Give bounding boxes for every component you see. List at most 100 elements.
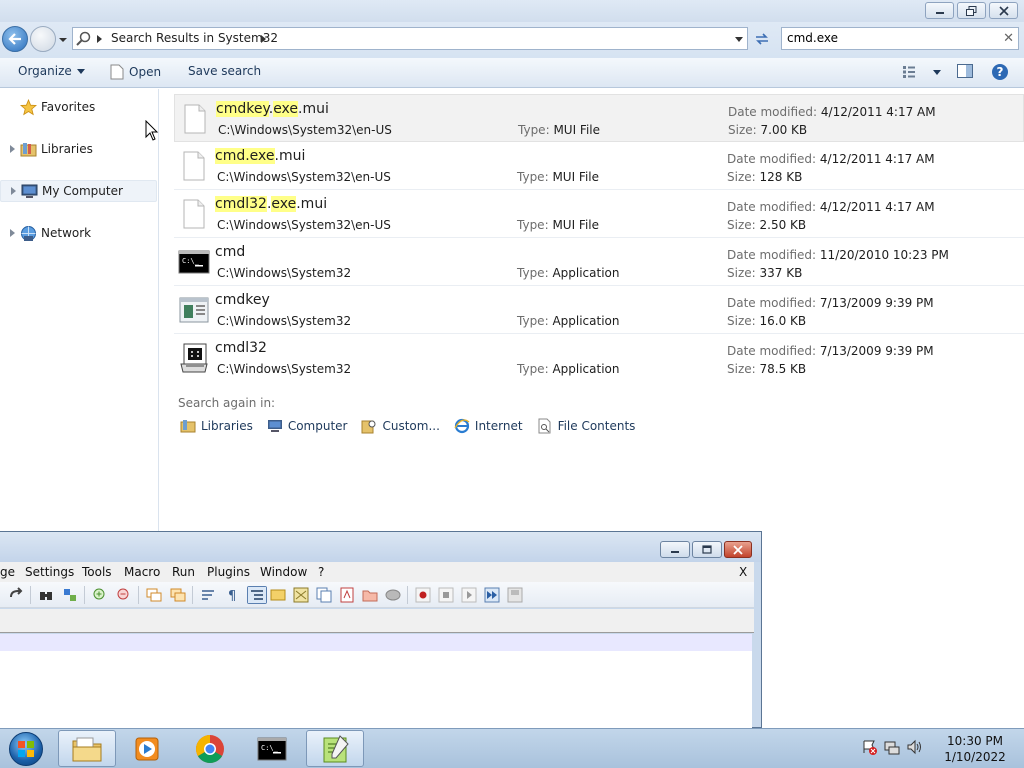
search-again-internet[interactable]: Internet <box>454 418 523 434</box>
monitoring-icon[interactable] <box>339 587 355 603</box>
save-search-button[interactable]: Save search <box>188 64 261 78</box>
expand-arrow-icon[interactable] <box>10 145 15 153</box>
breadcrumb-separator[interactable] <box>261 35 266 43</box>
result-row[interactable]: cmdkey.exe.mui C:\Windows\System32\en-US… <box>174 94 1024 142</box>
open-button[interactable]: Open <box>110 64 161 80</box>
menu-language[interactable]: ge <box>0 565 15 579</box>
result-name[interactable]: cmd <box>215 244 245 260</box>
start-button[interactable] <box>6 731 46 767</box>
play-macro-icon[interactable] <box>461 587 477 603</box>
organize-button[interactable]: Organize <box>18 64 85 78</box>
menu-plugins[interactable]: Plugins <box>207 565 250 579</box>
folder-workspace-icon[interactable] <box>362 587 378 603</box>
nav-item-libraries[interactable]: Libraries <box>0 138 157 160</box>
menu-run[interactable]: Run <box>172 565 195 579</box>
result-date: Date modified: 4/12/2011 4:17 AM <box>727 200 935 214</box>
menu-settings[interactable]: Settings <box>25 565 74 579</box>
star-icon <box>20 98 37 115</box>
nav-item-network[interactable]: Network <box>0 222 157 244</box>
result-name[interactable]: cmd.exe.mui <box>215 148 305 164</box>
zoom-in-icon[interactable] <box>92 587 108 603</box>
word-wrap-icon[interactable] <box>200 587 216 603</box>
action-center-icon[interactable] <box>862 739 878 755</box>
result-row[interactable]: cmd.exe.mui C:\Windows\System32\en-US Ty… <box>174 142 1024 190</box>
result-row[interactable]: cmdl32 C:\Windows\System32 Type: Applica… <box>174 334 1024 382</box>
taskbar-cmd[interactable]: C:\_ <box>243 730 301 767</box>
svg-text:?: ? <box>997 65 1004 79</box>
nav-item-label: Network <box>41 226 92 240</box>
stop-macro-icon[interactable] <box>438 587 454 603</box>
back-button[interactable] <box>2 26 28 52</box>
preview-pane-button[interactable] <box>957 64 973 78</box>
blank-file-icon <box>110 64 124 80</box>
expand-arrow-icon[interactable] <box>10 229 15 237</box>
clear-search-icon[interactable]: ✕ <box>1003 31 1014 46</box>
search-again-custom[interactable]: Custom... <box>361 418 440 434</box>
redo-icon[interactable] <box>8 587 24 603</box>
menu-help[interactable]: ? <box>318 565 324 579</box>
view-options-button[interactable] <box>902 65 941 79</box>
address-dropdown-icon[interactable] <box>735 37 743 42</box>
refresh-button[interactable] <box>752 30 772 48</box>
close-button[interactable] <box>724 541 752 558</box>
result-name[interactable]: cmdkey <box>215 292 270 308</box>
recent-pages-button[interactable] <box>58 34 68 44</box>
close-document-button[interactable]: X <box>739 565 747 579</box>
notepadpp-titlebar[interactable] <box>0 532 761 562</box>
show-all-characters-icon[interactable]: ¶ <box>224 587 240 603</box>
taskbar-notepadpp[interactable] <box>306 730 364 767</box>
maximize-button[interactable] <box>692 541 722 558</box>
result-row[interactable]: cmdkey C:\Windows\System32 Type: Applica… <box>174 286 1024 334</box>
find-icon[interactable] <box>38 587 54 603</box>
zoom-out-icon[interactable] <box>116 587 132 603</box>
search-again-file-contents[interactable]: File Contents <box>537 418 635 434</box>
panel-icon[interactable] <box>385 587 401 603</box>
taskbar-media-player[interactable] <box>118 730 176 767</box>
result-name[interactable]: cmdkey.exe.mui <box>216 101 329 117</box>
minimize-button[interactable] <box>660 541 690 558</box>
search-results-list: cmdkey.exe.mui C:\Windows\System32\en-US… <box>174 94 1024 382</box>
clock[interactable]: 10:30 PM 1/10/2022 <box>940 733 1010 765</box>
result-row[interactable]: C:\_ cmd C:\Windows\System32 Type: Appli… <box>174 238 1024 286</box>
run-macro-multiple-icon[interactable] <box>484 587 500 603</box>
restore-button[interactable] <box>957 2 986 19</box>
result-name[interactable]: cmdl32 <box>215 340 267 356</box>
breadcrumb-location[interactable]: Search Results in System32 <box>111 31 278 45</box>
replace-icon[interactable] <box>62 587 78 603</box>
expand-arrow-icon[interactable] <box>11 187 16 195</box>
menu-window[interactable]: Window <box>260 565 307 579</box>
breadcrumb-separator[interactable] <box>97 35 102 43</box>
address-bar[interactable]: Search Results in System32 <box>72 27 748 50</box>
nav-item-favorites[interactable]: Favorites <box>0 96 157 118</box>
open-label: Open <box>129 65 162 79</box>
close-button[interactable] <box>989 2 1018 19</box>
media-player-icon <box>135 737 159 760</box>
result-type: Type: MUI File <box>517 170 600 184</box>
record-macro-icon[interactable] <box>415 587 431 603</box>
minimize-button[interactable] <box>925 2 954 19</box>
nav-item-my-computer[interactable]: My Computer <box>0 180 157 202</box>
doc-map-icon[interactable] <box>293 587 309 603</box>
editor-area[interactable] <box>0 634 752 728</box>
result-size: Size: 128 KB <box>727 170 803 184</box>
sync-horizontal-icon[interactable] <box>170 587 186 603</box>
function-list-icon[interactable] <box>316 587 332 603</box>
search-box[interactable]: ✕ <box>781 27 1019 50</box>
result-row[interactable]: cmdl32.exe.mui C:\Windows\System32\en-US… <box>174 190 1024 238</box>
search-input[interactable] <box>782 28 982 48</box>
menu-tools[interactable]: Tools <box>82 565 112 579</box>
user-language-icon[interactable] <box>270 587 286 603</box>
menu-macro[interactable]: Macro <box>124 565 160 579</box>
volume-icon[interactable] <box>906 739 922 755</box>
search-again-libraries[interactable]: Libraries <box>180 418 253 434</box>
save-macro-icon[interactable] <box>507 587 523 603</box>
indent-guide-icon[interactable] <box>247 586 267 604</box>
taskbar-explorer[interactable] <box>58 730 116 767</box>
help-button[interactable]: ? <box>991 63 1009 81</box>
forward-button[interactable] <box>30 26 56 52</box>
taskbar-chrome[interactable] <box>181 730 239 767</box>
sync-vertical-icon[interactable] <box>146 587 162 603</box>
result-name[interactable]: cmdl32.exe.mui <box>215 196 327 212</box>
search-again-computer[interactable]: Computer <box>267 418 347 434</box>
network-tray-icon[interactable] <box>884 739 900 755</box>
